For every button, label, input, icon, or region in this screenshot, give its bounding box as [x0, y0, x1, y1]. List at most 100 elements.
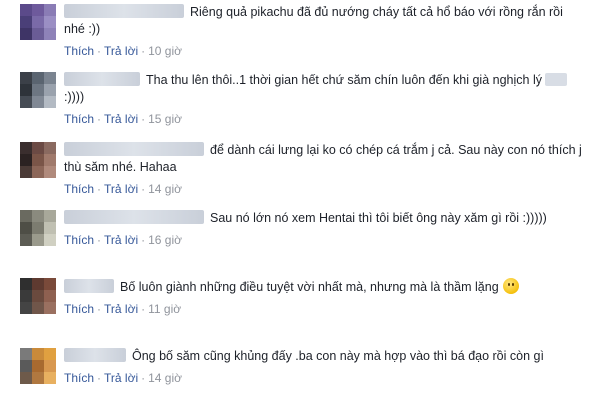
avatar-pixel [32, 234, 44, 246]
avatar-pixel [44, 278, 56, 290]
comment-item: Tha thu lên thôi..1 thời gian hết chứ să… [0, 72, 600, 140]
avatar-pixel [32, 302, 44, 314]
comment-timestamp[interactable]: 15 giờ [148, 112, 182, 126]
avatar-pixel [20, 28, 32, 40]
avatar-pixel [20, 72, 32, 84]
avatar-pixel [20, 278, 32, 290]
avatar-pixel [44, 234, 56, 246]
reply-link[interactable]: Trả lời [104, 44, 138, 58]
comment-timestamp[interactable]: 10 giờ [148, 44, 182, 58]
avatar-pixel [32, 210, 44, 222]
avatar-pixel [20, 290, 32, 302]
avatar-pixel [44, 372, 56, 384]
comment-item: Sau nó lớn nó xem Hentai thì tôi biết ôn… [0, 210, 600, 278]
separator: · [97, 371, 102, 385]
commenter-name[interactable] [64, 210, 204, 224]
comment-actions: Thích · Trả lời · 14 giờ [64, 370, 584, 386]
avatar-pixel [32, 166, 44, 178]
avatar-pixel [32, 278, 44, 290]
separator: · [141, 302, 146, 316]
avatar-pixel [20, 372, 32, 384]
avatar-pixel [20, 234, 32, 246]
avatar-pixel [44, 348, 56, 360]
comment-actions: Thích · Trả lời · 14 giờ [64, 181, 584, 197]
comment-text: Tha thu lên thôi..1 thời gian hết chứ să… [64, 72, 584, 106]
like-link[interactable]: Thích [64, 302, 94, 316]
redacted-text [544, 73, 567, 86]
reply-link[interactable]: Trả lời [104, 233, 138, 247]
comment-body: Riêng quả pikachu đã đủ nướng cháy tất c… [64, 4, 584, 59]
avatar-pixel [20, 84, 32, 96]
like-link[interactable]: Thích [64, 112, 94, 126]
avatar-pixel [20, 4, 32, 16]
like-link[interactable]: Thích [64, 182, 94, 196]
comment-text: để dành cái lưng lại ko có chép cá trắm … [64, 142, 584, 176]
like-link[interactable]: Thích [64, 44, 94, 58]
avatar[interactable] [20, 278, 56, 314]
avatar-pixel [44, 302, 56, 314]
separator: · [141, 371, 146, 385]
avatar[interactable] [20, 348, 56, 384]
comment-timestamp[interactable]: 14 giờ [148, 182, 182, 196]
comment-item: Riêng quả pikachu đã đủ nướng cháy tất c… [0, 4, 600, 72]
commenter-name[interactable] [64, 72, 140, 86]
comment-message: Tha thu lên thôi..1 thời gian hết chứ să… [146, 73, 542, 87]
comment-timestamp[interactable]: 11 giờ [148, 302, 181, 316]
avatar-pixel [20, 302, 32, 314]
avatar-pixel [32, 84, 44, 96]
reply-link[interactable]: Trả lời [104, 302, 138, 316]
comment-item: Ông bố săm cũng khủng đấy .ba con này mà… [0, 348, 600, 416]
separator: · [141, 182, 146, 196]
like-link[interactable]: Thích [64, 233, 94, 247]
avatar-pixel [20, 166, 32, 178]
avatar-pixel [20, 360, 32, 372]
avatar-pixel [44, 210, 56, 222]
comment-actions: Thích · Trả lời · 16 giờ [64, 232, 584, 248]
avatar-pixel [32, 28, 44, 40]
comment-timestamp[interactable]: 14 giờ [148, 371, 182, 385]
avatar-pixel [44, 166, 56, 178]
commenter-name[interactable] [64, 4, 184, 18]
avatar-pixel [32, 154, 44, 166]
comment-actions: Thích · Trả lời · 11 giờ [64, 301, 584, 317]
avatar[interactable] [20, 210, 56, 246]
avatar-pixel [44, 290, 56, 302]
comment-item: Bố luôn giành những điều tuyệt vời nhất … [0, 278, 600, 346]
comment-feed: Riêng quả pikachu đã đủ nướng cháy tất c… [0, 0, 600, 411]
reply-link[interactable]: Trả lời [104, 371, 138, 385]
separator: · [97, 44, 102, 58]
avatar-pixel [44, 28, 56, 40]
avatar-pixel [20, 154, 32, 166]
comment-body: Bố luôn giành những điều tuyệt vời nhất … [64, 278, 584, 317]
like-link[interactable]: Thích [64, 371, 94, 385]
avatar-pixel [44, 84, 56, 96]
comment-message: Bố luôn giành những điều tuyệt vời nhất … [120, 280, 499, 294]
comment-text: Bố luôn giành những điều tuyệt vời nhất … [64, 278, 584, 296]
comment-text: Riêng quả pikachu đã đủ nướng cháy tất c… [64, 4, 584, 38]
comment-message: Sau nó lớn nó xem Hentai thì tôi biết ôn… [210, 211, 547, 225]
avatar[interactable] [20, 72, 56, 108]
avatar-pixel [20, 222, 32, 234]
avatar-pixel [32, 290, 44, 302]
avatar-pixel [32, 72, 44, 84]
avatar[interactable] [20, 142, 56, 178]
comment-text: Ông bố săm cũng khủng đấy .ba con này mà… [64, 348, 584, 365]
commenter-name[interactable] [64, 279, 114, 293]
avatar[interactable] [20, 4, 56, 40]
separator: · [141, 112, 146, 126]
smile-emoji-icon [502, 278, 519, 294]
avatar-pixel [20, 16, 32, 28]
avatar-pixel [32, 222, 44, 234]
avatar-pixel [20, 96, 32, 108]
separator: · [141, 233, 146, 247]
avatar-pixel [44, 96, 56, 108]
comment-timestamp[interactable]: 16 giờ [148, 233, 182, 247]
commenter-name[interactable] [64, 142, 204, 156]
avatar-pixel [44, 360, 56, 372]
comment-actions: Thích · Trả lời · 10 giờ [64, 43, 584, 59]
reply-link[interactable]: Trả lời [104, 182, 138, 196]
comment-body: Tha thu lên thôi..1 thời gian hết chứ să… [64, 72, 584, 127]
reply-link[interactable]: Trả lời [104, 112, 138, 126]
commenter-name[interactable] [64, 348, 126, 362]
avatar-pixel [20, 142, 32, 154]
